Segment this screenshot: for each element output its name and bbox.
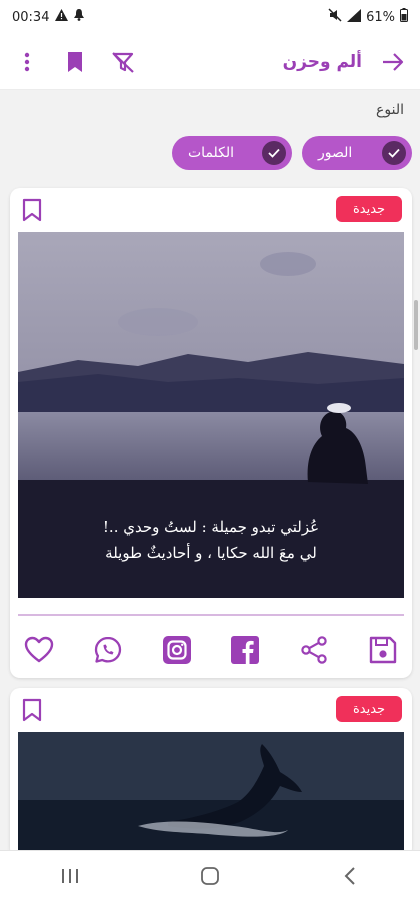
battery-level: 61% xyxy=(366,9,395,25)
status-time: 00:34 xyxy=(12,9,50,25)
new-badge: جديدة xyxy=(336,696,402,722)
post-card: جديدة عُزلتي تبدو جميلة: لستُ وحدي ..! … xyxy=(10,188,412,678)
filter-label: النوع xyxy=(376,102,404,118)
filter-off-icon[interactable] xyxy=(110,49,136,75)
more-vert-icon[interactable] xyxy=(14,49,40,75)
recents-icon[interactable] xyxy=(50,856,90,896)
save-icon[interactable] xyxy=(366,633,400,667)
chip-images[interactable]: الصور xyxy=(302,136,412,170)
home-icon[interactable] xyxy=(190,856,230,896)
bookmark-icon[interactable] xyxy=(62,49,88,75)
status-left: 00:34 xyxy=(12,9,85,25)
status-right: 61% xyxy=(328,8,408,26)
back-arrow-icon[interactable] xyxy=(380,49,406,75)
share-icon[interactable] xyxy=(297,633,331,667)
divider xyxy=(18,614,404,616)
page-title: ألم وحزن xyxy=(282,51,362,72)
status-bar: 00:34 61% xyxy=(0,0,420,34)
post-caption: عُزلتي تبدو جميلة : لستُ وحدي ..! لي معَ… xyxy=(18,514,404,566)
caption-line: عُزلتي تبدو جميلة : لستُ وحدي ..! xyxy=(102,518,320,536)
battery-icon xyxy=(400,8,408,26)
check-icon xyxy=(382,141,406,165)
system-nav-bar xyxy=(0,850,420,900)
signal-icon xyxy=(347,8,362,26)
facebook-icon[interactable] xyxy=(228,633,262,667)
app-bar-actions xyxy=(14,49,136,75)
chip-label: الكلمات xyxy=(188,145,235,161)
chip-words[interactable]: الكلمات xyxy=(172,136,292,170)
warning-icon xyxy=(55,9,69,25)
scrollbar[interactable] xyxy=(414,300,418,350)
filter-section: النوع الصور الكلمات xyxy=(0,94,420,180)
app-bar-title-group: ألم وحزن xyxy=(283,49,406,75)
heart-icon[interactable] xyxy=(22,633,56,667)
post-card: جديدة xyxy=(10,688,412,858)
notification-icon xyxy=(74,9,85,25)
post-image[interactable]: عُزلتي تبدو جميلة : لستُ وحدي ..! لي معَ… xyxy=(18,232,404,598)
mute-icon xyxy=(328,8,342,26)
whatsapp-icon[interactable] xyxy=(91,633,125,667)
chip-label: الصور xyxy=(318,145,353,161)
instagram-icon[interactable] xyxy=(160,633,194,667)
bookmark-icon[interactable] xyxy=(22,198,42,226)
new-badge: جديدة xyxy=(336,196,402,222)
post-image[interactable] xyxy=(18,732,404,858)
bookmark-icon[interactable] xyxy=(22,698,42,726)
caption-line: لي معَ الله حكايا ، و أحاديثٌ طويلة xyxy=(105,544,317,562)
check-icon xyxy=(262,141,286,165)
app-bar: ألم وحزن xyxy=(0,34,420,90)
post-actions xyxy=(18,630,404,670)
back-icon[interactable] xyxy=(330,856,370,896)
